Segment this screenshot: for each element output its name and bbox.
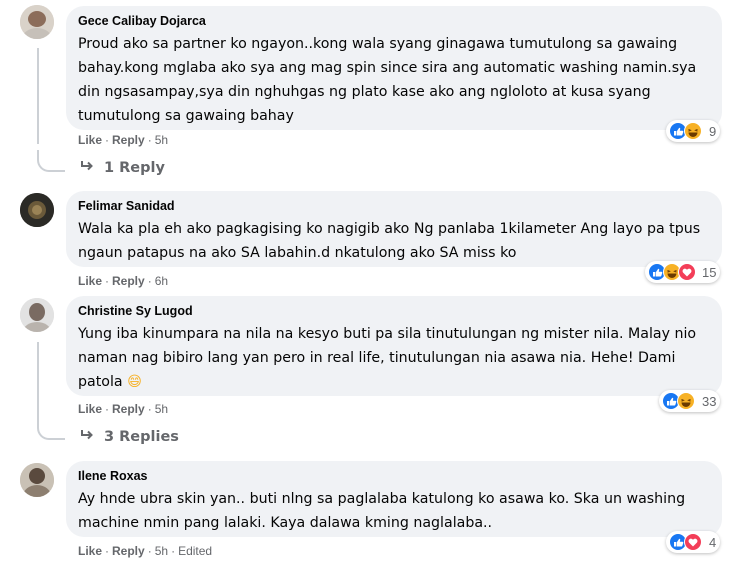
like-link[interactable]: Like [78,133,102,147]
haha-icon [684,122,702,140]
like-link[interactable]: Like [78,274,102,288]
comment-bubble: Christine Sy Lugod Yung iba kinumpara na… [66,296,722,396]
avatar[interactable] [20,463,54,497]
thread-curve [37,418,65,440]
reaction-count: 15 [702,264,717,280]
comment-time[interactable]: 5h [155,402,168,416]
reply-link[interactable]: Reply [112,274,145,288]
haha-icon [663,263,681,281]
avatar[interactable] [20,298,54,332]
comment-actions: Like · Reply · 5h [78,133,169,147]
like-icon [662,392,680,410]
comment-bubble: Ilene Roxas Ay hnde ubra skin yan.. buti… [66,461,722,537]
reaction-count: 9 [709,123,717,139]
like-icon [648,263,666,281]
comment-bubble: Gece Calibay Dojarca Proud ako sa partne… [66,6,722,130]
comment-author[interactable]: Gece Calibay Dojarca [78,13,710,29]
reaction-summary[interactable]: 15 [645,261,721,283]
comment-author[interactable]: Christine Sy Lugod [78,303,710,319]
comment-text: Yung iba kinumpara na nila na kesyo buti… [78,326,697,390]
reply-arrow-icon [80,429,94,445]
thread-line [37,342,39,418]
view-replies-link[interactable]: 3 Replies [80,429,179,445]
like-icon [669,122,687,140]
thread-line [37,48,39,144]
reaction-summary[interactable]: 33 [659,390,721,412]
love-icon [678,263,696,281]
reaction-count: 33 [702,393,717,409]
comment-text: Ay hnde ubra skin yan.. buti nlng sa pag… [78,491,686,531]
comment-time[interactable]: 5h [155,133,168,147]
replies-count: 1 Reply [104,160,165,176]
comment-time[interactable]: 6h [155,274,168,288]
comment-bubble: Felimar Sanidad Wala ka pla eh ako pagka… [66,191,722,267]
reaction-summary[interactable]: 4 [666,531,721,553]
reply-arrow-icon [80,160,94,176]
comment-text: Wala ka pla eh ako pagkagising ko nagigi… [78,221,701,261]
comment-text: Proud ako sa partner ko ngayon..kong wal… [78,36,697,124]
view-replies-link[interactable]: 1 Reply [80,160,165,176]
like-icon [669,533,687,551]
reply-link[interactable]: Reply [112,133,145,147]
thread-curve [37,150,65,172]
edited-label[interactable]: Edited [178,544,212,558]
love-icon [684,533,702,551]
reaction-summary[interactable]: 9 [666,120,721,142]
like-link[interactable]: Like [78,544,102,558]
comment-actions: Like · Reply · 5h · Edited [78,544,213,558]
reply-link[interactable]: Reply [112,544,145,558]
avatar[interactable] [20,193,54,227]
comment-time[interactable]: 5h [155,544,168,558]
haha-icon [677,392,695,410]
smile-emoji-icon: 😄 [127,374,142,390]
comment-author[interactable]: Felimar Sanidad [78,198,710,214]
reaction-count: 4 [709,534,717,550]
comment-actions: Like · Reply · 5h [78,402,169,416]
reply-link[interactable]: Reply [112,402,145,416]
avatar[interactable] [20,5,54,39]
like-link[interactable]: Like [78,402,102,416]
replies-count: 3 Replies [104,429,179,445]
comment-actions: Like · Reply · 6h [78,274,169,288]
comment-author[interactable]: Ilene Roxas [78,468,710,484]
